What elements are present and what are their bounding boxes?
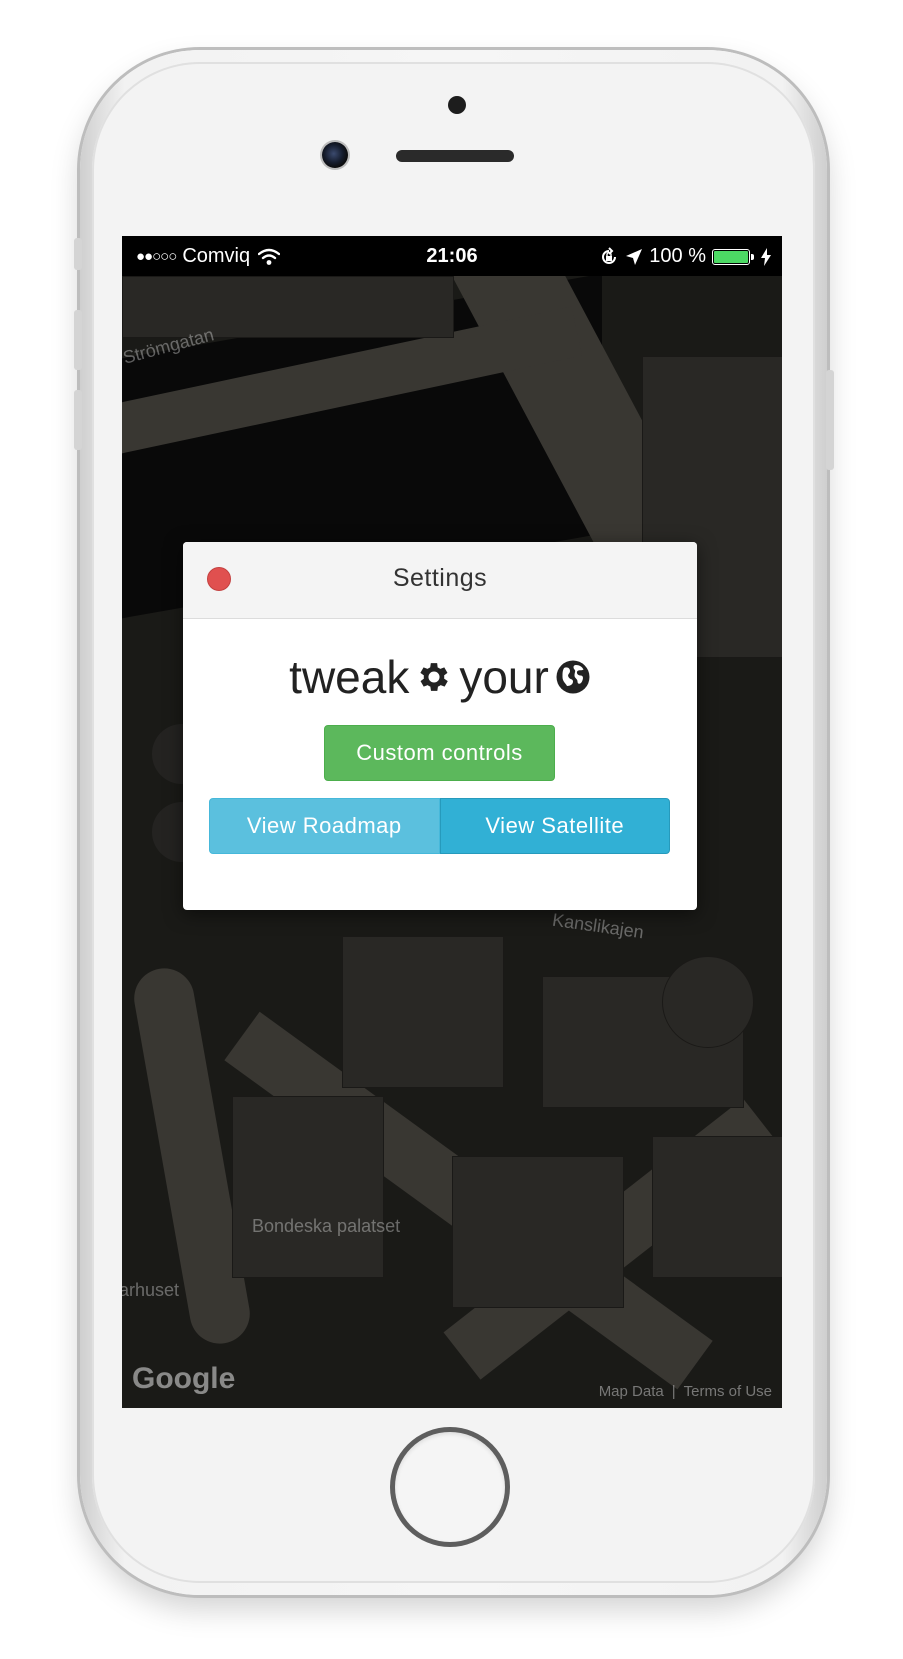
charging-bolt-icon: [761, 247, 771, 266]
volume-up-button: [74, 310, 82, 370]
home-button[interactable]: [395, 1432, 505, 1542]
map-label: Bondeska palatset: [252, 1216, 401, 1236]
brand-word-tweak: tweak: [289, 651, 410, 703]
terms-of-use-link[interactable]: Terms of Use: [684, 1383, 772, 1400]
custom-controls-button[interactable]: Custom controls: [324, 725, 555, 781]
proximity-sensor: [448, 96, 466, 114]
earpiece-speaker: [396, 150, 514, 162]
front-camera-icon: [322, 142, 348, 168]
power-button: [826, 370, 834, 470]
view-satellite-button[interactable]: View Satellite: [439, 798, 670, 854]
gear-icon: [420, 663, 449, 691]
brand-logo: tweak your: [183, 650, 697, 704]
status-right: 100 %: [599, 245, 772, 268]
battery-fill: [714, 250, 748, 263]
battery-percentage: 100 %: [649, 245, 706, 267]
rotation-lock-icon: [602, 246, 617, 264]
brand-word-your: your: [459, 651, 549, 703]
map-footer: Map Data | Terms of Use: [599, 1383, 772, 1400]
footer-separator: |: [671, 1383, 676, 1400]
settings-modal: Settings tweak your Custom controls View…: [183, 542, 697, 910]
status-bar: ●●○○○ Comviq 21:06 100 %: [122, 236, 782, 276]
map-label: Riddarhuset: [122, 1280, 180, 1300]
mute-switch: [74, 238, 82, 270]
google-logo: Google: [132, 1362, 236, 1395]
map-data-link[interactable]: Map Data: [599, 1383, 664, 1400]
volume-down-button: [74, 390, 82, 450]
view-roadmap-button[interactable]: View Roadmap: [209, 798, 440, 854]
globe-icon: [556, 660, 590, 694]
location-arrow-icon: [626, 248, 643, 265]
modal-header: Settings: [183, 542, 697, 619]
modal-title: Settings: [392, 564, 488, 592]
map-type-button-group: View Roadmap View Satellite: [209, 798, 670, 854]
phone-screen: ●●○○○ Comviq 21:06 100 % Bondeska palats…: [122, 236, 782, 1408]
battery-icon: [712, 248, 754, 265]
